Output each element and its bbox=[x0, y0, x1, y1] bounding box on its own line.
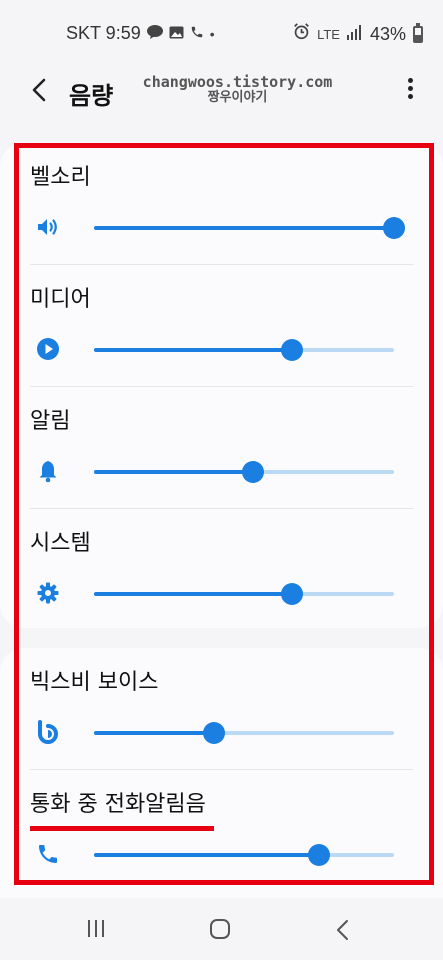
volume-card-main: 벨소리 미디어 알림 시스템 bbox=[0, 143, 443, 628]
play-icon bbox=[37, 338, 59, 360]
navigation-bar bbox=[0, 898, 443, 960]
recent-bar bbox=[102, 920, 104, 937]
page-title: 음량 bbox=[69, 82, 114, 110]
volume-row-bixby: 빅스비 보이스 bbox=[0, 648, 443, 770]
watermark: changwoos.tistory.com 짱우이야기 bbox=[140, 74, 335, 106]
home-button[interactable] bbox=[206, 918, 236, 944]
slider-fill bbox=[94, 470, 253, 474]
volume-slider[interactable] bbox=[94, 844, 394, 866]
volume-label: 미디어 bbox=[30, 287, 91, 312]
volume-label: 통화 중 전화알림음 bbox=[30, 792, 206, 817]
gallery-icon bbox=[169, 26, 184, 42]
slider-fill bbox=[94, 731, 214, 735]
volume-slider[interactable] bbox=[94, 583, 394, 605]
chevron-left-icon bbox=[32, 78, 46, 102]
status-left: SKT 9:59 • bbox=[66, 23, 215, 44]
more-dot bbox=[407, 78, 413, 83]
battery-icon bbox=[413, 22, 423, 43]
dot-icon: • bbox=[209, 25, 215, 42]
bixby-icon bbox=[38, 720, 58, 744]
slider-fill bbox=[94, 853, 319, 857]
status-right: LTE 43% bbox=[293, 22, 423, 45]
more-dot bbox=[407, 86, 413, 91]
nav-back-button[interactable] bbox=[330, 918, 360, 944]
more-options-button[interactable] bbox=[405, 78, 415, 106]
volume-slider[interactable] bbox=[94, 722, 394, 744]
phone-icon bbox=[39, 845, 57, 863]
volume-row-notification: 알림 bbox=[0, 387, 443, 509]
recent-bar bbox=[95, 920, 97, 937]
slider-fill bbox=[94, 348, 292, 352]
recent-bar bbox=[88, 920, 90, 937]
slider-thumb[interactable] bbox=[281, 583, 303, 605]
chevron-left-icon bbox=[337, 920, 348, 940]
volume-card-secondary: 빅스비 보이스 통화 중 전화알림음 bbox=[0, 648, 443, 898]
volume-label: 알림 bbox=[30, 409, 71, 434]
watermark-url: changwoos.tistory.com bbox=[142, 73, 333, 91]
volume-slider[interactable] bbox=[94, 339, 394, 361]
slider-thumb[interactable] bbox=[383, 217, 405, 239]
volume-row-media: 미디어 bbox=[0, 265, 443, 387]
speaker-icon bbox=[38, 219, 57, 235]
lte-label: LTE bbox=[317, 26, 340, 42]
slider-fill bbox=[94, 592, 292, 596]
slider-thumb[interactable] bbox=[308, 844, 330, 866]
watermark-name: 짱우이야기 bbox=[207, 90, 268, 105]
slider-fill bbox=[94, 226, 394, 230]
volume-label: 시스템 bbox=[30, 531, 91, 556]
alarm-icon bbox=[293, 23, 310, 45]
back-button[interactable] bbox=[26, 76, 54, 104]
volume-row-in-call-alert: 통화 중 전화알림음 bbox=[0, 770, 443, 892]
volume-row-ringtone: 벨소리 bbox=[0, 143, 443, 265]
home-icon bbox=[210, 919, 230, 939]
app-bar: 음량 changwoos.tistory.com 짱우이야기 bbox=[0, 66, 443, 122]
carrier-time: SKT 9:59 bbox=[66, 23, 141, 43]
signal-icon bbox=[346, 24, 363, 45]
talk-icon bbox=[146, 25, 163, 42]
volume-label: 벨소리 bbox=[30, 165, 91, 190]
bell-icon bbox=[39, 461, 57, 483]
more-dot bbox=[407, 94, 413, 99]
slider-thumb[interactable] bbox=[281, 339, 303, 361]
recent-apps-button[interactable] bbox=[84, 918, 114, 944]
phone-icon bbox=[190, 25, 204, 42]
battery-percent: 43% bbox=[369, 23, 406, 44]
slider-thumb[interactable] bbox=[203, 722, 225, 744]
volume-slider[interactable] bbox=[94, 217, 405, 239]
status-bar: SKT 9:59 • LTE 43% bbox=[0, 0, 443, 66]
volume-slider[interactable] bbox=[94, 461, 394, 483]
gear-icon bbox=[37, 582, 59, 604]
volume-label: 빅스비 보이스 bbox=[30, 670, 159, 695]
volume-row-system: 시스템 bbox=[0, 509, 443, 631]
slider-thumb[interactable] bbox=[242, 461, 264, 483]
